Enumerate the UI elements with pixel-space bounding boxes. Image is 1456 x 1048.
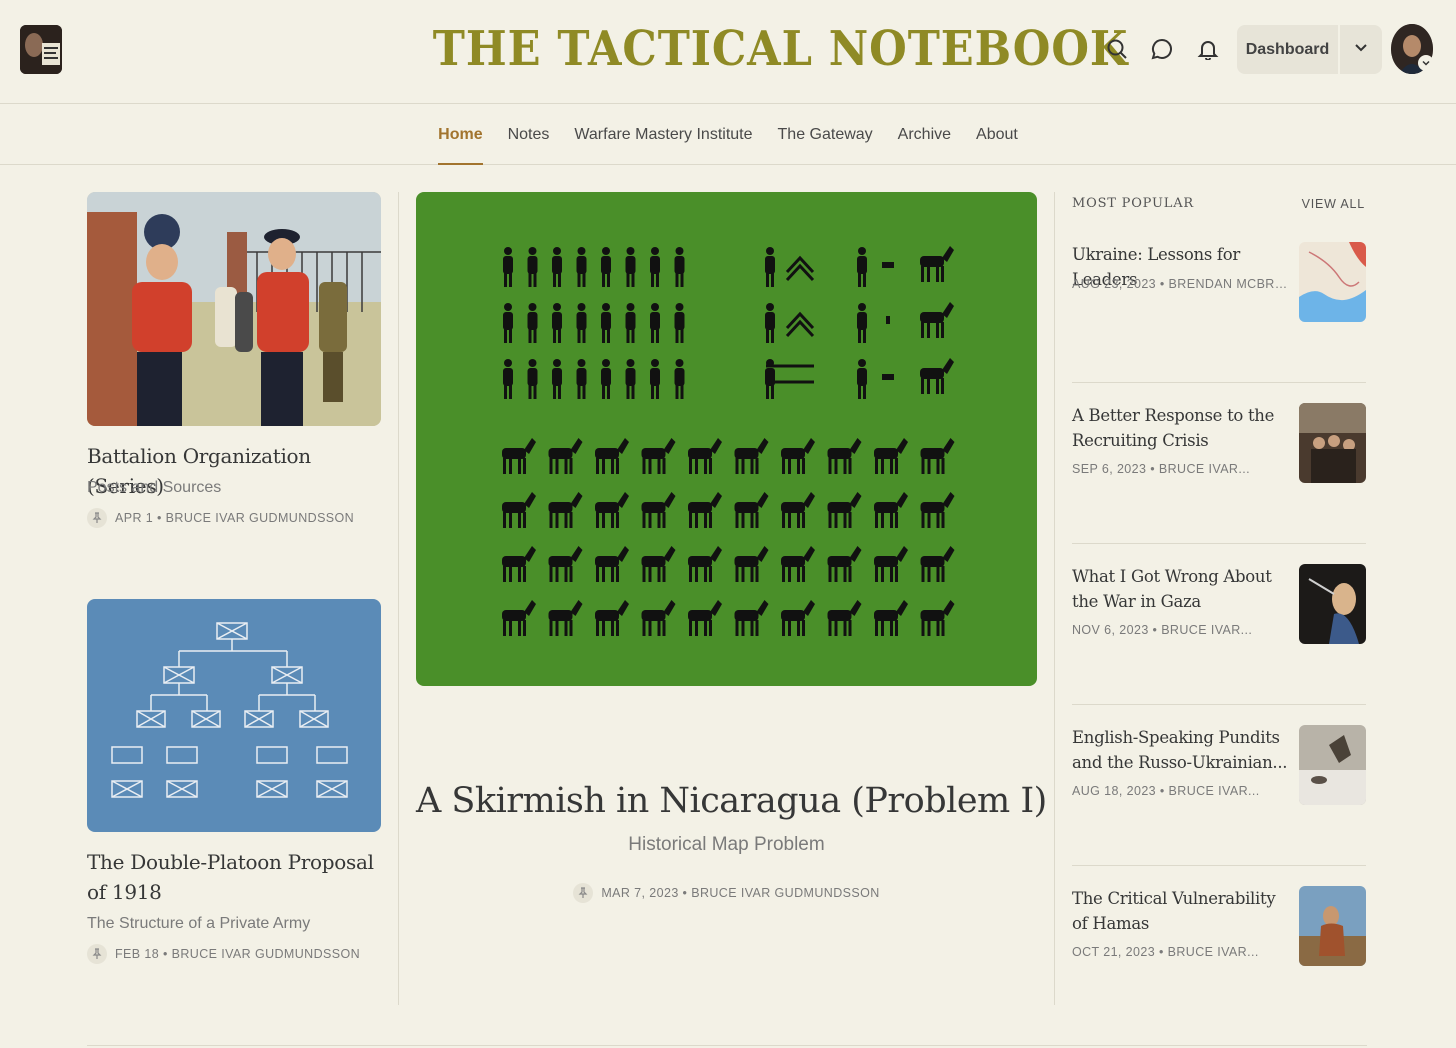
popular-post-meta: AUG 18, 2023 • BRUCE IVAR... [1072,784,1260,798]
view-all-link[interactable]: VIEW ALL [1300,197,1365,211]
nav-about[interactable]: About [976,104,1018,165]
footer-divider [87,1045,1367,1046]
popular-post-title[interactable]: The Critical Vulnerability of Hamas [1072,886,1288,936]
post-date-author: FEB 18 • BRUCE IVAR GUDMUNDSSON [115,947,361,961]
popular-post-title[interactable]: What I Got Wrong About the War in Gaza [1072,564,1288,614]
popular-post-meta: OCT 21, 2023 • BRUCE IVAR... [1072,945,1259,959]
nav-archive[interactable]: Archive [898,104,951,165]
divider [1072,543,1366,544]
notification-bell-icon[interactable] [1193,34,1223,64]
post-title[interactable]: The Double-Platoon Proposal of 1918 [87,847,381,907]
popular-post-title[interactable]: A Better Response to the Recruiting Cris… [1072,403,1288,453]
site-header: THE TACTICAL NOTEBOOK Dashboard [0,0,1456,104]
popular-post-meta: NOV 6, 2023 • BRUCE IVAR... [1072,623,1253,637]
featured-post-title[interactable]: A Skirmish in Nicaragua (Problem I) [416,773,1047,829]
popular-post-thumbnail[interactable] [1299,242,1366,322]
dashboard-button[interactable]: Dashboard [1237,25,1338,74]
search-icon[interactable] [1102,34,1132,64]
nav-the-gateway[interactable]: The Gateway [778,104,873,165]
column-divider [398,192,399,1005]
featured-post-meta: MAR 7, 2023 • BRUCE IVAR GUDMUNDSSON [416,883,1037,903]
most-popular-heading: MOST POPULAR [1072,196,1194,211]
chevron-down-icon [1353,39,1369,60]
popular-post-meta: SEP 6, 2023 • BRUCE IVAR... [1072,462,1250,476]
popular-post-thumbnail[interactable] [1299,886,1366,966]
post-meta: APR 1 • BRUCE IVAR GUDMUNDSSON [87,508,354,528]
nav-home[interactable]: Home [438,104,484,165]
post-image-double-platoon[interactable] [87,599,381,832]
featured-post-image[interactable] [416,192,1037,686]
nav-warfare-mastery-institute[interactable]: Warfare Mastery Institute [574,104,752,165]
nav-notes[interactable]: Notes [508,104,550,165]
avatar-chevron-icon[interactable] [1418,55,1434,71]
post-image-battalion-organization[interactable] [87,192,381,426]
post-date-author: APR 1 • BRUCE IVAR GUDMUNDSSON [115,511,355,525]
post-date-author: MAR 7, 2023 • BRUCE IVAR GUDMUNDSSON [601,886,880,900]
featured-post-subtitle: Historical Map Problem [628,834,825,855]
site-title[interactable]: THE TACTICAL NOTEBOOK [433,18,1128,80]
popular-post-thumbnail[interactable] [1299,564,1366,644]
popular-post-thumbnail[interactable] [1299,725,1366,805]
divider [1072,704,1366,705]
pin-icon [87,508,107,528]
popular-post-meta: AUG 23, 2023 • BRENDAN MCBREEN [1072,277,1288,291]
dashboard-menu-toggle[interactable] [1340,25,1382,74]
popular-post-thumbnail[interactable] [1299,403,1366,483]
divider [1072,865,1366,866]
divider [1072,382,1366,383]
post-subtitle: Posts and Sources [87,479,222,496]
main-nav: Home Notes Warfare Mastery Institute The… [0,104,1456,165]
publication-logo[interactable] [20,25,62,74]
post-meta: FEB 18 • BRUCE IVAR GUDMUNDSSON [87,944,360,964]
pin-icon [87,944,107,964]
column-divider [1054,192,1055,1005]
post-subtitle: The Structure of a Private Army [87,915,311,932]
chat-icon[interactable] [1147,34,1177,64]
pin-icon [573,883,594,903]
popular-post-title[interactable]: English-Speaking Pundits and the Russo-U… [1072,725,1288,775]
